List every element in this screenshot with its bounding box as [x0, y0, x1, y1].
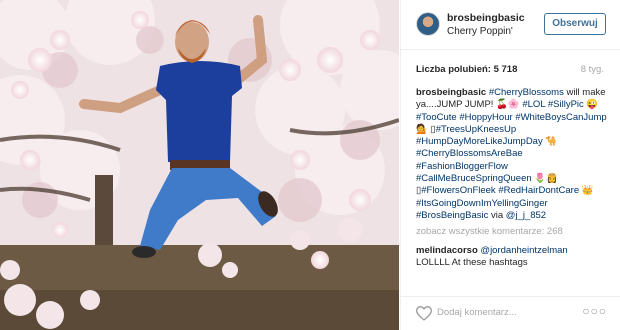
comment-username-link[interactable]: melindacorso: [416, 245, 478, 256]
post-age[interactable]: 8 tyg.: [581, 64, 604, 75]
hashtag[interactable]: #SillyPic: [548, 99, 584, 110]
post-location[interactable]: Cherry Poppin': [447, 26, 513, 37]
comment-username: melindacorso @jordanheintzelman: [416, 245, 612, 257]
hashtag[interactable]: #CallMeBruceSpringQueen: [416, 173, 532, 184]
avatar[interactable]: [416, 12, 440, 36]
mention[interactable]: @jordanheintzelman: [480, 245, 567, 256]
heart-icon[interactable]: [415, 305, 433, 321]
post-photo[interactable]: [0, 0, 399, 330]
cherry-blossom-jump-photo: [0, 0, 399, 330]
comment: melindacorso @jordanheintzelman LOLLLL A…: [416, 245, 612, 270]
instagram-post-modal: brosbeingbasic Cherry Poppin' Obserwuj L…: [0, 0, 620, 330]
caption-text: via: [488, 209, 506, 221]
hashtag[interactable]: #TreesUpKneesUp: [436, 124, 516, 135]
hashtag[interactable]: #CherryBlossoms: [489, 87, 564, 98]
hashtag[interactable]: #HoppyHour: [459, 112, 512, 123]
caption-text: 🌷👸: [531, 173, 558, 185]
caption-username[interactable]: brosbeingbasic: [416, 87, 486, 98]
hashtag[interactable]: #RedHairDontCare: [498, 185, 579, 196]
caption-text: 😜: [583, 99, 599, 111]
hashtag[interactable]: #ItsGoingDownImYellingGinger: [416, 198, 548, 209]
add-comment-input[interactable]: Dodaj komentarz...: [437, 307, 517, 318]
hashtag[interactable]: #FashionBloggerFlow: [416, 161, 508, 172]
hashtag[interactable]: #LOL: [522, 99, 545, 110]
likes-count[interactable]: Liczba polubień: 5 718: [416, 64, 517, 75]
caption: brosbeingbasic #CherryBlossoms will make…: [416, 87, 612, 222]
hashtag[interactable]: #CherryBlossomsAreBae: [416, 148, 523, 159]
hashtag[interactable]: #HumpDayMoreLikeJumpDay: [416, 136, 543, 147]
follow-button[interactable]: Obserwuj: [544, 13, 606, 35]
comment-bar: Dodaj komentarz... ○○○: [401, 296, 620, 330]
view-all-comments-link[interactable]: zobacz wszystkie komentarze: 268: [416, 226, 612, 238]
hashtag[interactable]: #TooCute: [416, 112, 457, 123]
more-options-icon[interactable]: ○○○: [582, 304, 607, 318]
hashtag[interactable]: #WhiteBoysCanJump: [515, 112, 606, 123]
caption-text: 🐪: [542, 136, 558, 148]
post-username[interactable]: brosbeingbasic: [447, 12, 525, 24]
hashtag[interactable]: #BrosBeingBasic: [416, 210, 488, 221]
post-header: brosbeingbasic Cherry Poppin' Obserwuj: [401, 0, 620, 50]
caption-text: 💁: [416, 123, 431, 135]
hashtag[interactable]: #FlowersOnFleek: [421, 185, 495, 196]
comments-list: brosbeingbasic #CherryBlossoms will make…: [416, 87, 612, 297]
caption-text: 👑: [579, 185, 594, 197]
mention[interactable]: @j_j_852: [506, 210, 546, 221]
comment-text: LOLLLL At these hashtags: [416, 256, 528, 268]
post-sidebar: brosbeingbasic Cherry Poppin' Obserwuj L…: [400, 0, 620, 330]
